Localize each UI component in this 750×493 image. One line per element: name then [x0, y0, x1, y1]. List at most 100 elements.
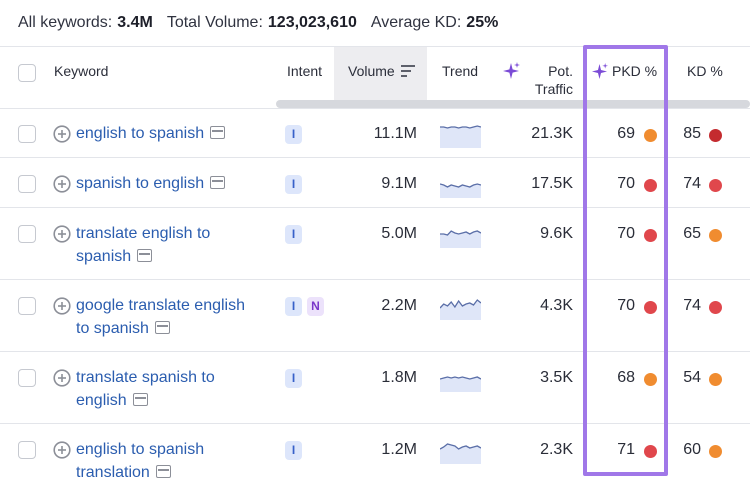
row-checkbox[interactable]: [18, 175, 36, 193]
serp-features-icon[interactable]: [155, 465, 171, 478]
kd-difficulty-dot: [709, 229, 722, 242]
kd-value: 54: [683, 369, 701, 386]
keyword-text-line1: google translate english: [76, 297, 246, 314]
keyword-link[interactable]: spanish to english: [76, 172, 276, 195]
keyword-text-line2: translation: [76, 464, 150, 481]
table-row: english to spanish I 11.1M 21.3K 69 85: [0, 108, 750, 157]
kd-value: 65: [683, 225, 701, 242]
select-all-checkbox[interactable]: [18, 64, 36, 82]
pkd-difficulty-dot: [644, 373, 657, 386]
kd-difficulty-dot: [709, 129, 722, 142]
potential-traffic-value: 3.5K: [540, 369, 573, 386]
potential-traffic-value: 9.6K: [540, 225, 573, 242]
ai-sparkle-icon: [503, 62, 520, 79]
potential-traffic-value: 21.3K: [531, 125, 573, 142]
volume-value: 2.2M: [381, 297, 417, 314]
horizontal-scrollbar[interactable]: [276, 100, 750, 108]
column-pkd-label: PKD %: [612, 63, 658, 79]
potential-traffic-value: 2.3K: [540, 441, 573, 458]
keyword-text-line1: english to spanish: [76, 441, 205, 458]
keyword-text-line1: english to spanish: [76, 125, 205, 142]
volume-value: 9.1M: [381, 175, 417, 192]
kd-value: 74: [683, 297, 701, 314]
kd-value: 60: [683, 441, 701, 458]
trend-sparkline: [440, 443, 481, 464]
trend-sparkline: [440, 183, 481, 198]
table-row: google translate english to spanish I N 2.2M…: [0, 279, 750, 351]
pkd-value: 71: [617, 441, 635, 458]
volume-value: 1.2M: [381, 441, 417, 458]
total-volume-value: 123,023,610: [267, 14, 357, 31]
kd-difficulty-dot: [709, 179, 722, 192]
keyword-table: Keyword Intent Volume Trend Pot. Traffic: [0, 46, 750, 493]
pkd-value: 70: [617, 297, 635, 314]
intent-badge[interactable]: I: [285, 225, 302, 244]
trend-area: [440, 377, 481, 392]
column-volume-label: Volume: [348, 63, 395, 79]
row-checkbox[interactable]: [18, 441, 36, 459]
total-volume-label: Total Volume:: [166, 14, 263, 31]
potential-traffic-value: 17.5K: [531, 175, 573, 192]
intent-badge[interactable]: I: [285, 441, 302, 460]
pkd-value: 70: [617, 175, 635, 192]
table-header: Keyword Intent Volume Trend Pot. Traffic: [0, 46, 750, 109]
keyword-link[interactable]: translate spanish to english: [76, 366, 276, 412]
volume-value: 1.8M: [381, 369, 417, 386]
intent-badge[interactable]: I: [285, 175, 302, 194]
intent-badge[interactable]: I: [285, 297, 302, 316]
all-keywords-value: 3.4M: [117, 14, 153, 31]
kd-difficulty-dot: [709, 445, 722, 458]
pkd-difficulty-dot: [644, 129, 657, 142]
table-row: english to spanish translation I 1.2M 2.3K 71…: [0, 423, 750, 493]
table-row: translate spanish to english I 1.8M 3.5K 68 54: [0, 351, 750, 423]
pkd-difficulty-dot: [644, 179, 657, 192]
column-header-keyword[interactable]: Keyword: [54, 47, 174, 109]
keyword-link[interactable]: google translate english to spanish: [76, 294, 276, 340]
keyword-link[interactable]: english to spanish translation: [76, 438, 276, 484]
intent-badge[interactable]: N: [307, 297, 324, 316]
serp-features-icon[interactable]: [137, 249, 153, 262]
column-traffic-label: Traffic: [534, 81, 573, 97]
summary-bar: All keywords: 3.4M Total Volume: 123,023…: [18, 12, 512, 34]
average-kd-value: 25%: [466, 14, 499, 31]
all-keywords-label: All keywords:: [18, 14, 113, 31]
kd-difficulty-dot: [709, 373, 722, 386]
row-checkbox[interactable]: [18, 297, 36, 315]
row-checkbox[interactable]: [18, 125, 36, 143]
serp-features-icon[interactable]: [154, 321, 170, 334]
serp-features-icon[interactable]: [132, 393, 148, 406]
keyword-link[interactable]: english to spanish: [76, 122, 276, 145]
trend-area: [440, 126, 481, 148]
table-row: spanish to english I 9.1M 17.5K 70 74: [0, 157, 750, 207]
column-trend-label: Trend: [442, 63, 479, 79]
kd-difficulty-dot: [709, 301, 722, 314]
trend-sparkline: [440, 376, 481, 392]
row-checkbox[interactable]: [18, 225, 36, 243]
pkd-value: 69: [617, 125, 635, 142]
keyword-text-line1: spanish to english: [76, 175, 205, 192]
intent-badge[interactable]: I: [285, 125, 302, 144]
row-checkbox[interactable]: [18, 369, 36, 387]
add-to-list-icon[interactable]: [53, 369, 71, 387]
add-to-list-icon[interactable]: [53, 297, 71, 315]
volume-value: 5.0M: [381, 225, 417, 242]
keyword-link[interactable]: translate english to spanish: [76, 222, 276, 268]
kd-value: 85: [683, 125, 701, 142]
add-to-list-icon[interactable]: [53, 225, 71, 243]
trend-sparkline: [440, 299, 481, 320]
kd-value: 74: [683, 175, 701, 192]
add-to-list-icon[interactable]: [53, 175, 71, 193]
serp-features-icon[interactable]: [210, 126, 226, 139]
pkd-difficulty-dot: [644, 445, 657, 458]
column-keyword-label: Keyword: [54, 63, 109, 79]
keyword-text-line1: translate spanish to: [76, 369, 215, 386]
pkd-value: 68: [617, 369, 635, 386]
serp-features-icon[interactable]: [210, 176, 226, 189]
potential-traffic-value: 4.3K: [540, 297, 573, 314]
add-to-list-icon[interactable]: [53, 441, 71, 459]
keyword-text-line1: translate english to: [76, 225, 211, 242]
table-row: translate english to spanish I 5.0M 9.6K 70 65: [0, 207, 750, 279]
add-to-list-icon[interactable]: [53, 125, 71, 143]
intent-badge[interactable]: I: [285, 369, 302, 388]
pkd-value: 70: [617, 225, 635, 242]
